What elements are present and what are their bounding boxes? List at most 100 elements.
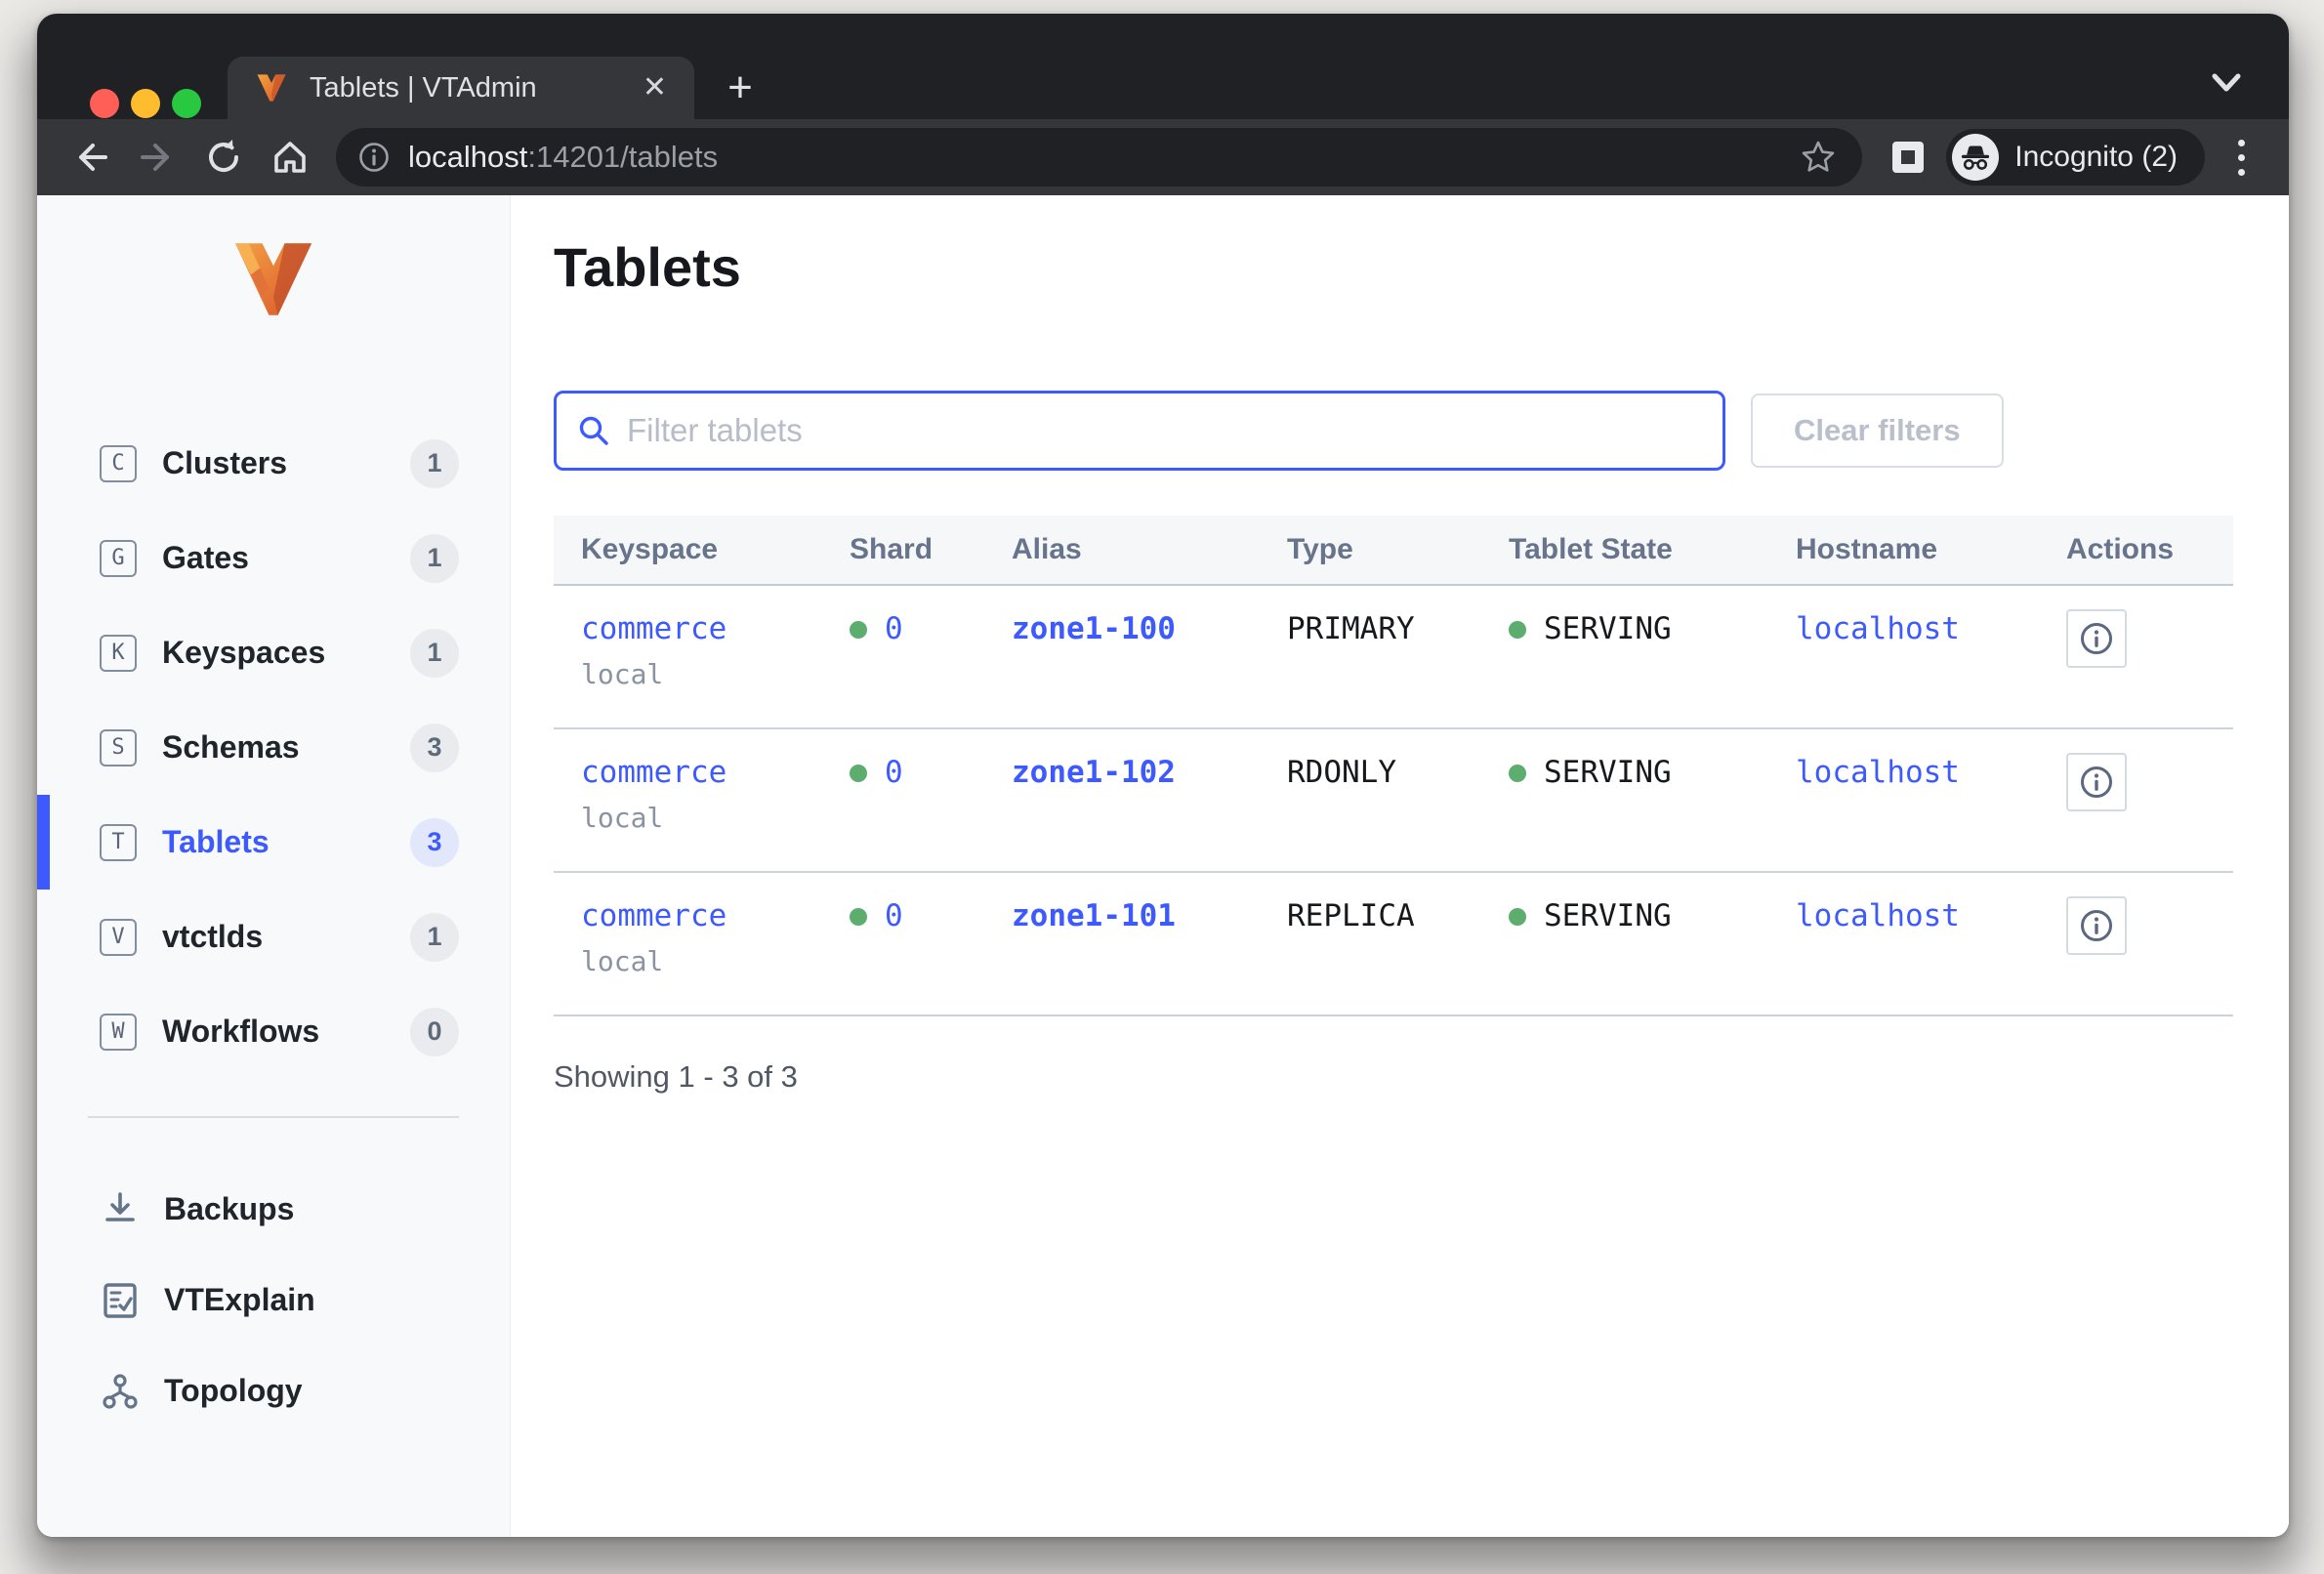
sidebar-divider [88, 1116, 459, 1118]
back-button[interactable] [62, 129, 119, 186]
hostname-cell: localhost [1796, 611, 2066, 727]
info-icon [2078, 907, 2115, 944]
vtctlds-count-badge: 1 [410, 913, 459, 962]
url-path: :14201/tablets [527, 140, 718, 174]
hostname-link[interactable]: localhost [1796, 611, 1960, 646]
shard-status-dot [850, 908, 867, 926]
site-info-icon[interactable] [357, 141, 391, 174]
table-row: commerce local 0 zone1-100 PRIMARY SERVI… [554, 586, 2233, 729]
gates-letter-icon: G [100, 540, 137, 577]
page-title: Tablets [554, 236, 2289, 299]
clusters-letter-icon: C [100, 445, 137, 482]
keyspaces-count-badge: 1 [410, 629, 459, 678]
info-icon [2078, 620, 2115, 657]
alias-link[interactable]: zone1-100 [1012, 611, 1176, 646]
side-panel-icon [1892, 142, 1924, 173]
alias-cell: zone1-101 [1012, 898, 1287, 1015]
state-cell: SERVING [1509, 755, 1796, 871]
workflows-count-badge: 0 [410, 1008, 459, 1056]
hostname-cell: localhost [1796, 755, 2066, 871]
tablets-count-badge: 3 [410, 818, 459, 867]
schemas-count-badge: 3 [410, 724, 459, 772]
column-header-alias: Alias [1012, 533, 1287, 566]
clear-filters-button[interactable]: Clear filters [1751, 394, 2004, 468]
clusters-count-badge: 1 [410, 439, 459, 488]
alias-cell: zone1-102 [1012, 755, 1287, 871]
type-cell: PRIMARY [1287, 611, 1509, 727]
home-button[interactable] [262, 129, 318, 186]
browser-menu-button[interactable] [2219, 129, 2263, 186]
page-content: C Clusters 1 G Gates 1 K Keyspaces 1 S S… [37, 195, 2289, 1537]
serving-status-dot [1509, 765, 1526, 782]
tablet-info-button[interactable] [2066, 753, 2127, 811]
keyspace-link[interactable]: commerce [581, 611, 850, 646]
table-header-row: Keyspace Shard Alias Type Tablet State H… [554, 516, 2233, 586]
shard-link[interactable]: 0 [885, 611, 903, 646]
state-cell: SERVING [1509, 611, 1796, 727]
url-text: localhost:14201/tablets [408, 140, 1800, 175]
new-tab-button[interactable]: + [713, 61, 768, 115]
sidebar-tools: Backups VTExplain [37, 1164, 510, 1436]
backups-icon [98, 1188, 143, 1231]
sidebar-item-backups[interactable]: Backups [37, 1164, 510, 1255]
cluster-label: local [581, 945, 850, 977]
tab-close-icon[interactable]: ✕ [639, 69, 671, 106]
column-header-keyspace: Keyspace [581, 533, 850, 566]
fullscreen-window-button[interactable] [172, 89, 201, 118]
info-icon [2078, 764, 2115, 801]
sidebar-item-schemas[interactable]: S Schemas 3 [37, 700, 510, 795]
minimize-window-button[interactable] [131, 89, 160, 118]
hostname-link[interactable]: localhost [1796, 755, 1960, 790]
sidebar-item-gates[interactable]: G Gates 1 [37, 511, 510, 605]
tablet-info-button[interactable] [2066, 896, 2127, 955]
sidebar-item-tablets[interactable]: T Tablets 3 [37, 795, 510, 890]
shard-link[interactable]: 0 [885, 898, 903, 933]
sidebar: C Clusters 1 G Gates 1 K Keyspaces 1 S S… [37, 195, 511, 1537]
vtexplain-icon [98, 1279, 143, 1322]
sidebar-item-keyspaces[interactable]: K Keyspaces 1 [37, 605, 510, 700]
alias-link[interactable]: zone1-101 [1012, 898, 1176, 933]
browser-tab-tablets[interactable]: Tablets | VTAdmin ✕ [228, 57, 694, 119]
filter-tablets-input[interactable] [627, 412, 1703, 449]
sidebar-item-vtexplain[interactable]: VTExplain [37, 1255, 510, 1346]
bookmark-star-icon[interactable] [1800, 139, 1837, 176]
actions-cell [2066, 611, 2233, 727]
alias-cell: zone1-100 [1012, 611, 1287, 727]
address-bar[interactable]: localhost:14201/tablets [336, 128, 1862, 186]
tab-search-chevron-icon[interactable] [2207, 70, 2246, 96]
sidebar-item-topology[interactable]: Topology [37, 1346, 510, 1436]
shard-cell: 0 [850, 898, 1012, 1015]
main-panel: Tablets Clear filters Keyspace Shard Ali… [511, 195, 2289, 1537]
hostname-link[interactable]: localhost [1796, 898, 1960, 933]
column-header-shard: Shard [850, 533, 1012, 566]
type-cell: REPLICA [1287, 898, 1509, 1015]
sidebar-nav: C Clusters 1 G Gates 1 K Keyspaces 1 S S… [37, 416, 510, 1079]
keyspace-link[interactable]: commerce [581, 898, 850, 933]
actions-cell [2066, 898, 2233, 1015]
filter-box [554, 391, 1725, 471]
keyspace-cell: commerce local [581, 611, 850, 727]
side-panel-button[interactable] [1880, 129, 1936, 186]
cluster-label: local [581, 658, 850, 690]
keyspace-cell: commerce local [581, 898, 850, 1015]
tablets-table: Keyspace Shard Alias Type Tablet State H… [554, 516, 2233, 1016]
close-window-button[interactable] [90, 89, 119, 118]
incognito-badge: Incognito (2) [1946, 129, 2205, 186]
reload-button[interactable] [195, 129, 252, 186]
topology-icon [98, 1370, 143, 1413]
sidebar-item-clusters[interactable]: C Clusters 1 [37, 416, 510, 511]
alias-link[interactable]: zone1-102 [1012, 755, 1176, 790]
shard-status-dot [850, 765, 867, 782]
forward-button[interactable] [129, 129, 186, 186]
table-row: commerce local 0 zone1-102 RDONLY SERVIN… [554, 729, 2233, 873]
sidebar-item-vtctlds[interactable]: V vtctlds 1 [37, 890, 510, 984]
sidebar-item-workflows[interactable]: W Workflows 0 [37, 984, 510, 1079]
serving-status-dot [1509, 908, 1526, 926]
vtctlds-letter-icon: V [100, 919, 137, 956]
tablet-info-button[interactable] [2066, 609, 2127, 668]
keyspace-link[interactable]: commerce [581, 755, 850, 790]
vitess-favicon [255, 72, 288, 104]
shard-link[interactable]: 0 [885, 755, 903, 790]
tab-title: Tablets | VTAdmin [310, 72, 639, 104]
hostname-cell: localhost [1796, 898, 2066, 1015]
